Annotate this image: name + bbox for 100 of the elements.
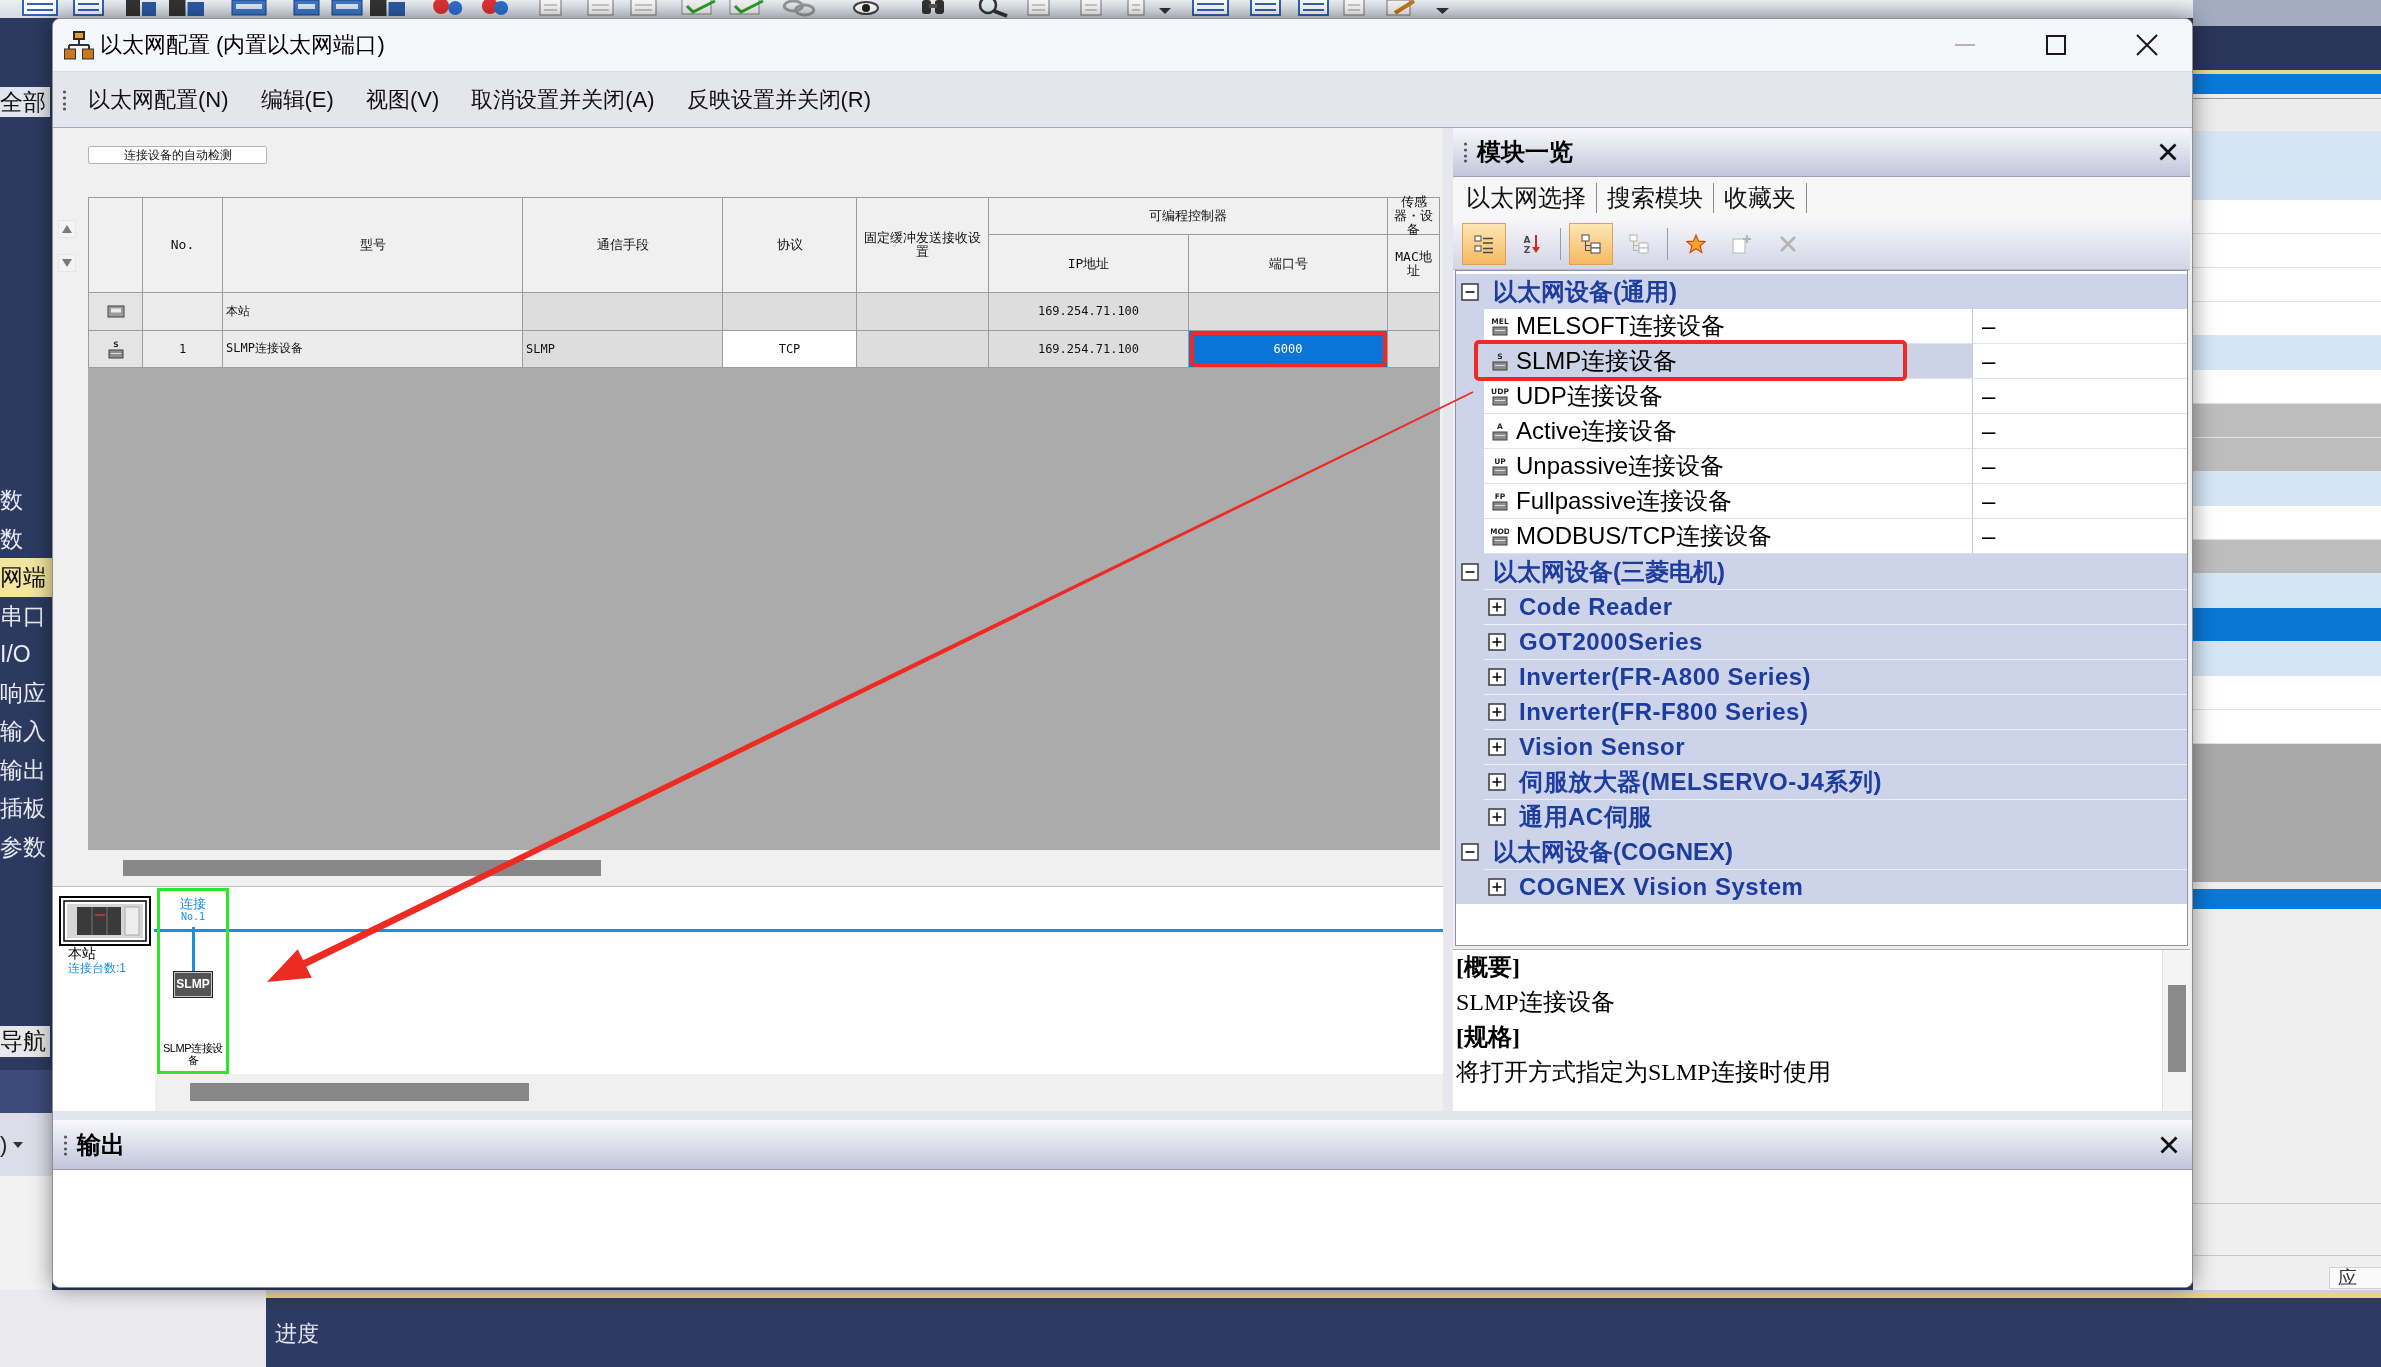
menu-item[interactable]: 视图(V)	[349, 78, 456, 121]
list-icon[interactable]	[72, 0, 105, 18]
tree-item[interactable]: GOT2000Series	[1484, 624, 2187, 659]
document-icon[interactable]	[1124, 0, 1148, 18]
navigation-item[interactable]: 数	[0, 519, 52, 558]
table-cell[interactable]	[1189, 293, 1388, 331]
tree-group[interactable]: 以太网设备(COGNEX)	[1456, 834, 2187, 869]
close-icon[interactable]	[2135, 34, 2158, 56]
scrollbar-thumb[interactable]	[190, 1083, 529, 1101]
device-icon[interactable]	[230, 0, 268, 18]
tree-item[interactable]: Inverter(FR-F800 Series)	[1484, 694, 2187, 729]
blocks-icon[interactable]	[124, 0, 158, 18]
table-cell[interactable]: TCP	[723, 330, 857, 368]
table-cell[interactable]	[857, 330, 989, 368]
pen-icon[interactable]	[1383, 0, 1416, 18]
menu-item[interactable]: 编辑(E)	[244, 78, 350, 121]
sort-button[interactable]: A Z	[1512, 223, 1552, 265]
table-cell[interactable]: SLMP	[523, 330, 723, 368]
plus-box-icon[interactable]	[1488, 703, 1506, 721]
tree-item[interactable]: COGNEX Vision System	[1484, 869, 2187, 904]
device-node[interactable]: 连接 No.1 SLMP SLMP连接设备	[157, 888, 229, 1074]
minus-box-icon[interactable]	[1461, 282, 1479, 301]
table-cell[interactable]	[857, 293, 989, 331]
scrollbar-thumb[interactable]	[123, 860, 601, 876]
eye-icon[interactable]	[852, 0, 880, 18]
navigation-item[interactable]: 响应	[0, 673, 52, 712]
table-cell[interactable]: 169.254.71.100	[989, 330, 1189, 368]
table-cell[interactable]: SLMP连接设备	[223, 330, 523, 368]
move-up-button[interactable]	[58, 220, 76, 238]
plus-box-icon[interactable]	[1488, 878, 1506, 896]
table-cell[interactable]	[143, 293, 223, 331]
table-cell[interactable]	[723, 293, 857, 331]
document-icon[interactable]	[536, 0, 565, 18]
list-icon[interactable]	[21, 0, 59, 18]
document-icon[interactable]	[1024, 0, 1053, 18]
list-icon[interactable]	[1297, 0, 1330, 18]
plus-box-icon[interactable]	[1488, 633, 1506, 651]
panel-tab[interactable]: 导航	[0, 1026, 50, 1057]
scrollbar-thumb[interactable]	[2168, 985, 2186, 1072]
document-icon[interactable]	[584, 0, 617, 18]
plus-box-icon[interactable]	[1488, 808, 1506, 826]
close-icon[interactable]	[2159, 143, 2177, 161]
table-cell[interactable]: 169.254.71.100	[989, 293, 1189, 331]
menu-item[interactable]: 反映设置并关闭(R)	[670, 78, 888, 121]
tree-group[interactable]: 以太网设备(通用)	[1456, 274, 2187, 309]
magnifier-icon[interactable]	[976, 0, 1010, 18]
menu-item[interactable]: 取消设置并关闭(A)	[455, 78, 671, 121]
navigation-item[interactable]: 输出	[0, 750, 52, 789]
grip-icon[interactable]	[1463, 141, 1468, 163]
plus-box-icon[interactable]	[1488, 738, 1506, 756]
tree-item[interactable]: Code Reader	[1484, 589, 2187, 624]
view-dropdown[interactable]: )	[0, 1113, 52, 1176]
tab[interactable]: 收藏夹	[1714, 183, 1807, 213]
document-icon[interactable]	[627, 0, 660, 18]
vertical-scrollbar[interactable]	[2162, 950, 2190, 1111]
minus-box-icon[interactable]	[1461, 562, 1479, 581]
plus-box-icon[interactable]	[1488, 598, 1506, 616]
plus-box-icon[interactable]	[1488, 668, 1506, 686]
list-row[interactable]	[2193, 98, 2381, 132]
maximize-icon[interactable]	[2045, 35, 2066, 55]
move-down-button[interactable]	[58, 254, 76, 272]
apply-button[interactable]: 应	[2329, 1267, 2381, 1289]
categorize-button[interactable]	[1462, 223, 1506, 265]
grip-icon[interactable]	[63, 1133, 68, 1156]
plus-box-icon[interactable]	[1488, 773, 1506, 791]
row-header-cell[interactable]	[89, 293, 143, 331]
table-cell[interactable]	[1388, 293, 1440, 331]
grip-icon[interactable]	[62, 88, 67, 111]
panel-tab[interactable]: 全部	[0, 87, 50, 117]
navigation-item[interactable]: 输入	[0, 712, 52, 751]
minus-box-icon[interactable]	[1461, 842, 1479, 861]
navigation-item[interactable]: 参数	[0, 827, 52, 866]
tab[interactable]: 以太网选择	[1456, 183, 1597, 213]
navigation-item[interactable]: I/O	[0, 635, 52, 674]
device-icon[interactable]	[330, 0, 364, 18]
navigation-item[interactable]: 插板	[0, 789, 52, 828]
navigation-item[interactable]: 数	[0, 481, 52, 520]
list-icon[interactable]	[1249, 0, 1282, 18]
blocks-icon[interactable]	[167, 0, 206, 18]
navigation-item[interactable]: 串口	[0, 596, 52, 635]
horizontal-scrollbar[interactable]	[155, 1074, 1443, 1111]
close-icon[interactable]	[2160, 1135, 2178, 1154]
navigation-item[interactable]: 网端	[0, 558, 52, 597]
document-icon[interactable]	[1077, 0, 1105, 18]
table-cell[interactable]	[523, 293, 723, 331]
tab[interactable]: 搜索模块	[1597, 183, 1714, 213]
check-icon[interactable]	[727, 0, 766, 18]
tree-item[interactable]: 伺服放大器(MELSERVO-J4系列)	[1484, 764, 2187, 799]
tree-item[interactable]: 通用AC伺服	[1484, 799, 2187, 834]
tree-item[interactable]: Inverter(FR-A800 Series)	[1484, 659, 2187, 694]
table-cell[interactable]: 本站	[223, 293, 523, 331]
table-cell[interactable]: 1	[143, 330, 223, 368]
table-cell[interactable]	[1388, 330, 1440, 368]
expand-all-button[interactable]	[1569, 223, 1613, 265]
blocks-icon[interactable]	[368, 0, 407, 18]
menu-item[interactable]: 以太网配置(N)	[72, 78, 245, 121]
check-icon[interactable]	[679, 0, 718, 18]
tree-group[interactable]: 以太网设备(三菱电机)	[1456, 554, 2187, 589]
list-icon[interactable]	[1191, 0, 1230, 18]
device-icon[interactable]	[292, 0, 321, 18]
